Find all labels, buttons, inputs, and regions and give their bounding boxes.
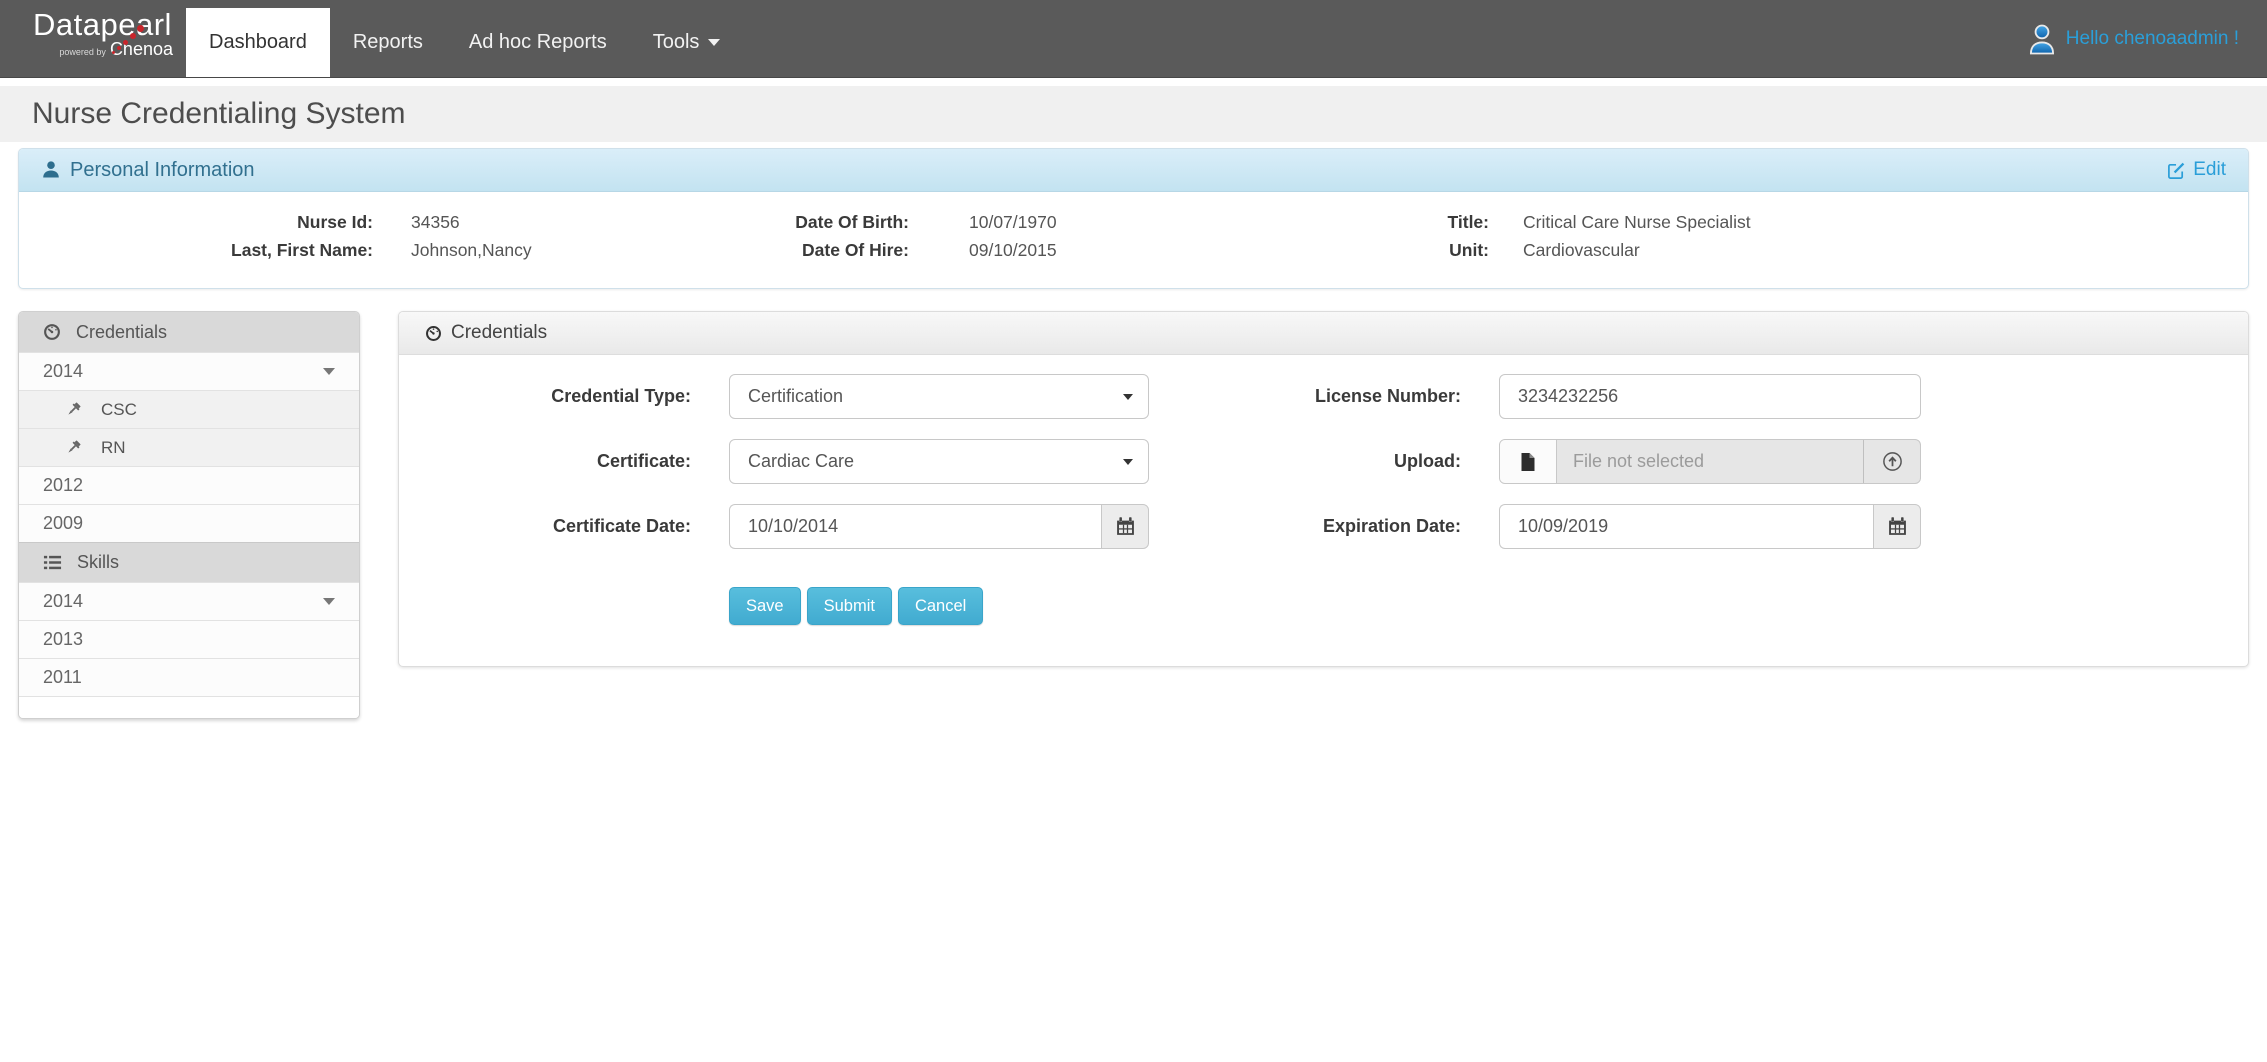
chevron-down-icon [708,39,721,46]
sidebar-item-rn[interactable]: RN [19,428,359,466]
nav-tab-dashboard[interactable]: Dashboard [186,8,330,77]
field-label: Last, First Name: [231,239,373,260]
upload-label: Upload: [1394,451,1461,471]
certificate-select[interactable]: Cardiac Care [729,439,1149,484]
personal-information-header: Personal Information Edit [19,149,2248,192]
choose-file-button[interactable] [1500,440,1557,483]
certificate-date-label: Certificate Date: [552,516,691,536]
chevron-down-icon [323,368,335,375]
license-number-label: License Number: [1314,386,1461,406]
upload-button[interactable] [1863,440,1920,483]
greeting-text: Hello chenoaadmin ! [2065,28,2239,49]
page-title: Nurse Credentialing System [32,97,406,130]
field-label: Date Of Birth: [795,211,909,232]
personal-information-title: Personal Information [70,158,255,181]
credentials-panel-header: Credentials [399,312,2248,355]
expiration-date-label: Expiration Date: [1322,516,1461,536]
upload-file-control: File not selected [1499,439,1921,484]
date-of-hire-value: 09/10/2015 [969,239,1057,260]
sidebar-item-credentials-2014[interactable]: 2014 [19,352,359,390]
sidebar-item-skills-2011[interactable]: 2011 [19,658,359,696]
expiration-date-picker-button[interactable] [1873,504,1921,549]
user-menu[interactable]: Hello chenoaadmin ! [2028,0,2239,78]
sidebar-item-csc[interactable]: CSC [19,390,359,428]
cancel-button[interactable]: Cancel [897,587,984,625]
nav-tab-ad-hoc-reports[interactable]: Ad hoc Reports [446,8,630,77]
sidebar-footer [19,696,359,718]
brand-name: Datapearl [33,7,172,42]
page-title-strip: Nurse Credentialing System [0,86,2267,142]
app-screen: Datapearl powered by Chenoa Dashboard Re… [0,0,2267,1062]
gauge-icon [425,325,442,342]
datapearl-logo[interactable]: Datapearl powered by Chenoa [33,9,183,60]
chevron-down-icon [323,598,335,605]
main-navigation: Dashboard Reports Ad hoc Reports Tools [186,8,743,77]
file-icon [1521,452,1535,471]
expiration-date-group [1499,504,1921,549]
content-row: Credentials 2014 CSC RN 2012 2009 Skills… [0,311,2267,719]
credentials-sidebar: Credentials 2014 CSC RN 2012 2009 Skills… [18,311,360,719]
field-label: Nurse Id: [297,211,373,232]
field-label: Title: [1447,211,1490,232]
unit-value: Cardiovascular [1523,239,1640,260]
sidebar-item-skills-2014[interactable]: 2014 [19,582,359,620]
personal-information-body: Nurse Id: 34356 Date Of Birth: 10/07/197… [19,192,2248,288]
sidebar-section-credentials[interactable]: Credentials [19,312,359,352]
calendar-icon [1888,517,1906,535]
edit-pencil-icon [2168,162,2185,179]
license-number-input[interactable] [1499,374,1921,419]
credentials-panel: Credentials Credential Type: Certificati… [398,311,2249,667]
pushpin-icon [65,401,82,418]
certificate-label: Certificate: [596,451,691,471]
sidebar-item-credentials-2009[interactable]: 2009 [19,504,359,542]
upload-filename-text: File not selected [1573,451,1705,471]
date-of-birth-value: 10/07/1970 [969,211,1057,232]
credential-type-select[interactable]: Certification [729,374,1149,419]
chevron-down-icon [1123,458,1133,465]
personal-information-panel: Personal Information Edit Nurse Id: 3435… [18,148,2249,289]
list-icon [43,553,62,572]
chevron-down-icon [1123,393,1133,400]
certificate-date-group [729,504,1149,549]
sidebar-section-skills[interactable]: Skills [19,542,359,582]
upload-circle-arrow-icon [1882,452,1902,471]
credentials-form: Credential Type: Certification License N… [399,355,2248,666]
title-value: Critical Care Nurse Specialist [1523,211,1751,232]
top-navbar: Datapearl powered by Chenoa Dashboard Re… [0,0,2267,78]
expiration-date-input[interactable] [1499,504,1873,549]
certificate-date-picker-button[interactable] [1101,504,1149,549]
last-first-name-value: Johnson,Nancy [411,239,532,260]
certificate-date-input[interactable] [729,504,1101,549]
powered-by-text: powered by [59,47,106,57]
nav-tab-reports[interactable]: Reports [330,8,446,77]
person-icon [43,161,59,178]
field-label: Unit: [1449,239,1489,260]
user-avatar-icon [2029,24,2054,54]
calendar-icon [1116,517,1134,535]
nav-tab-tools[interactable]: Tools [630,8,744,77]
save-button[interactable]: Save [729,587,801,625]
pushpin-icon [65,439,82,456]
nurse-id-value: 34356 [411,211,460,232]
edit-button[interactable]: Edit [2167,159,2226,181]
field-label: Date Of Hire: [802,239,909,260]
submit-button[interactable]: Submit [806,587,892,625]
credential-type-label: Credential Type: [551,386,691,406]
form-actions: Save Submit Cancel [729,587,2248,625]
sidebar-item-skills-2013[interactable]: 2013 [19,620,359,658]
sidebar-item-credentials-2012[interactable]: 2012 [19,466,359,504]
gauge-icon [43,323,61,341]
credentials-panel-title: Credentials [451,322,548,343]
